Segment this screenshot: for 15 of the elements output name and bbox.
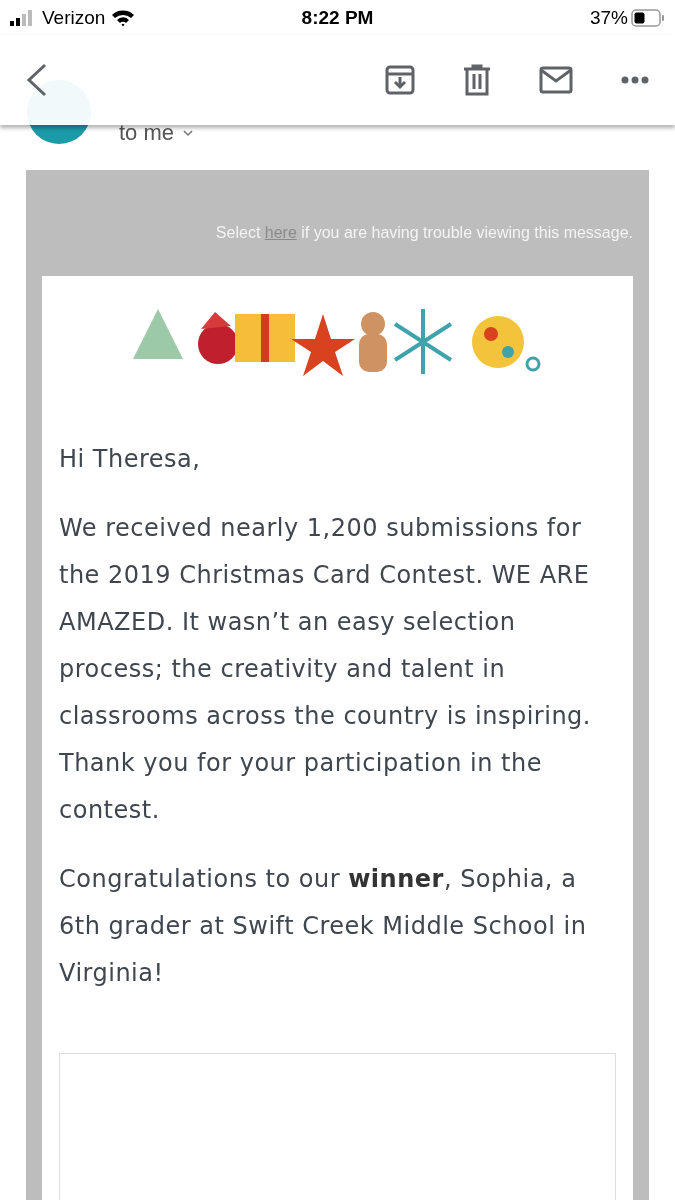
message-paragraph: We received nearly 1,200 submissions for the 2019 Christmas Card Contest. WE ARE AMAZED. It wasn’t an easy selection process; the creativity and talent in classrooms across the country is inspiring. Thank you for your participation in the contest. [59,513,592,826]
chevron-icon[interactable] [182,129,195,137]
recipient-label: to me [119,120,175,146]
trash-icon[interactable] [463,64,491,96]
message-paragraph: Congratulations to our winner, Sophia, a 6th grader at Swift Creek Middle School in Virginia! [59,864,588,989]
message-paragraph: Hi Theresa, [59,444,202,475]
status-time: 8:22 PM [301,6,374,29]
carrier-name: Verizon [42,6,106,29]
back-icon[interactable] [26,63,48,97]
mail-icon[interactable] [539,66,573,94]
wifi-icon [111,8,136,27]
archive-icon[interactable] [385,65,415,95]
battery-icon [631,8,665,27]
more-icon[interactable] [621,76,649,84]
battery-percent: 37% [589,6,628,29]
